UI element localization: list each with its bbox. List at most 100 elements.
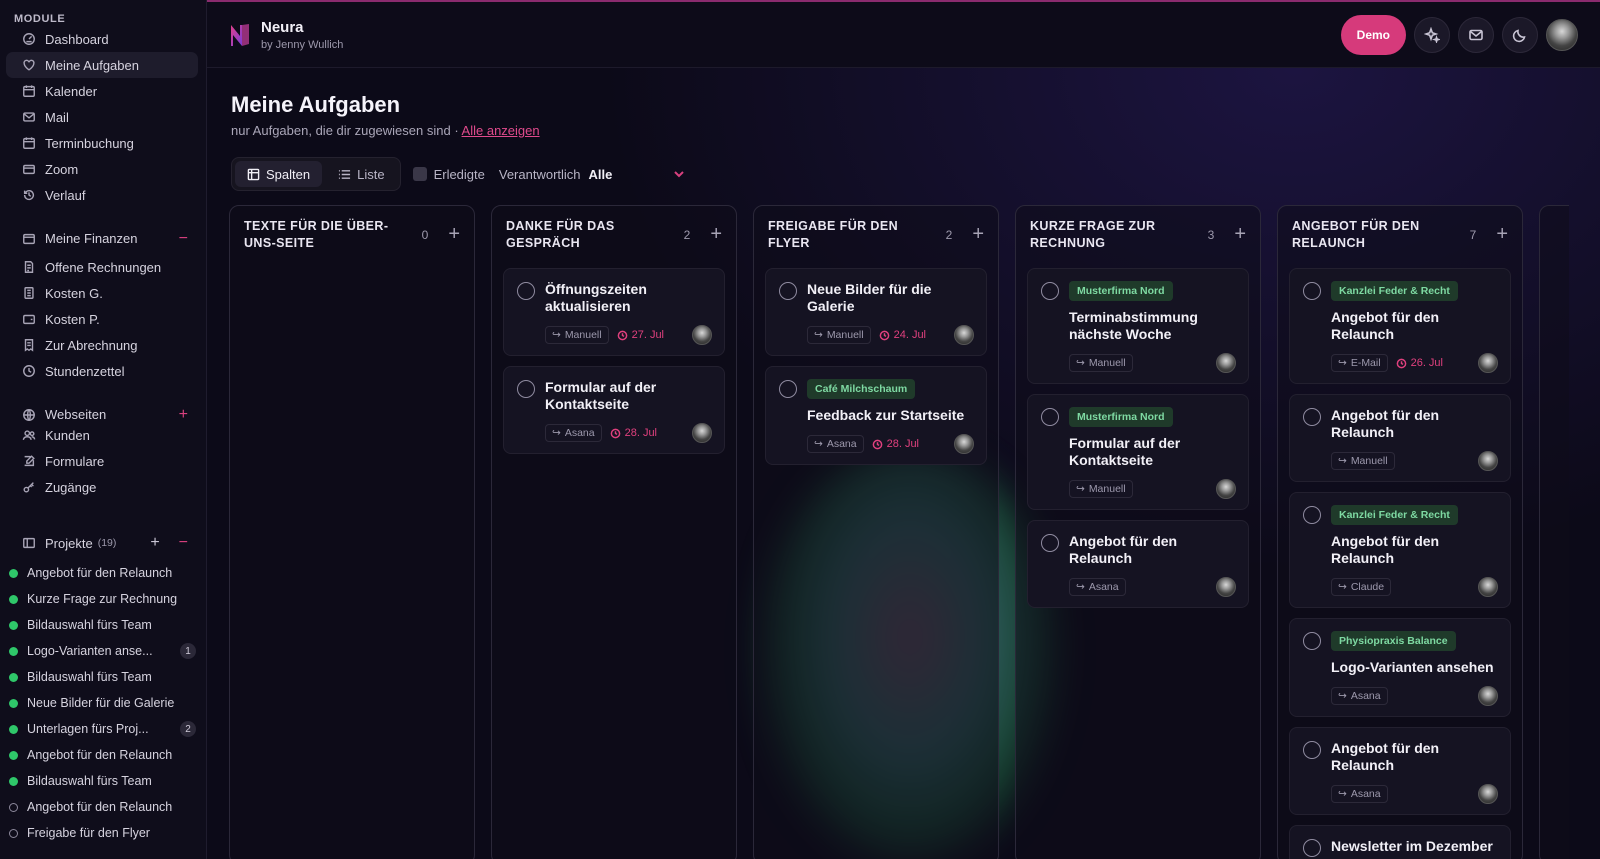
complete-checkbox[interactable] (517, 380, 535, 398)
mail-button[interactable] (1458, 16, 1494, 53)
complete-checkbox[interactable] (1303, 282, 1321, 300)
task-card[interactable]: Öffnungszeiten aktualisieren ↪ Manuell 27… (503, 268, 725, 356)
project-item[interactable]: Bildauswahl fürs Team (0, 612, 206, 638)
task-card[interactable]: Kanzlei Feder & Recht Angebot für den Re… (1289, 492, 1511, 608)
task-card[interactable]: Angebot für den Relaunch ↪ Asana (1289, 727, 1511, 815)
task-card[interactable]: Kanzlei Feder & Recht Angebot für den Re… (1289, 268, 1511, 384)
sidebar-item-zoom[interactable]: Zoom (6, 156, 198, 182)
complete-checkbox[interactable] (1303, 408, 1321, 426)
sidebar-item-dashboard[interactable]: Dashboard (6, 26, 198, 52)
status-dot (9, 594, 18, 604)
chevron-down-icon[interactable] (672, 167, 686, 181)
page-subtitle: nur Aufgaben, die dir zugewiesen sind · … (231, 123, 540, 138)
checkbox[interactable] (412, 167, 427, 181)
source-arrow-icon: ↪ (814, 329, 823, 341)
complete-checkbox[interactable] (779, 380, 797, 398)
collapse-projects-icon[interactable]: − (179, 534, 188, 552)
source-arrow-icon: ↪ (1338, 455, 1347, 467)
sidebar-item-label: Meine Aufgaben (45, 57, 139, 73)
sidebar-item-mail[interactable]: Mail (6, 104, 198, 130)
column-count: 2 (945, 228, 953, 242)
task-card[interactable]: Physiopraxis Balance Logo-Varianten anse… (1289, 618, 1511, 717)
project-item[interactable]: Bildauswahl fürs Team (0, 768, 206, 794)
sidebar-item-meine-aufgaben[interactable]: Meine Aufgaben (6, 52, 198, 78)
sidebar-group-projekte[interactable]: Projekte (19) + − (6, 530, 198, 556)
project-item[interactable]: Angebot für den Relaunch (0, 794, 206, 820)
sidebar-item-kosten-p-[interactable]: Kosten P. (6, 306, 198, 332)
show-all-link[interactable]: Alle anzeigen (462, 123, 540, 138)
task-card[interactable]: Musterfirma Nord Formular auf der Kontak… (1027, 394, 1249, 510)
view-columns-button[interactable]: Spalten (235, 161, 323, 187)
theme-toggle-button[interactable] (1502, 16, 1538, 53)
task-card[interactable]: Angebot für den Relaunch ↪ Asana (1027, 520, 1249, 608)
task-card[interactable]: Neue Bilder für die Galerie ↪ Manuell 24.… (765, 268, 987, 356)
task-card[interactable]: Formular auf der Kontaktseite ↪ Asana 28.… (503, 366, 725, 454)
complete-checkbox[interactable] (1303, 632, 1321, 650)
project-item[interactable]: Bildauswahl fürs Team (0, 664, 206, 690)
status-dot (9, 646, 18, 656)
sidebar-item-stundenzettel[interactable]: Stundenzettel (6, 358, 198, 384)
sidebar-group-finanzen[interactable]: Meine Finanzen − (6, 218, 198, 254)
add-task-icon[interactable]: + (710, 224, 722, 244)
view-list-button[interactable]: Liste (326, 161, 396, 187)
complete-checkbox[interactable] (1041, 408, 1059, 426)
collapse-icon[interactable]: − (179, 230, 188, 248)
project-item[interactable]: Angebot für den Relaunch (0, 742, 206, 768)
source-label: E-Mail (1350, 357, 1381, 369)
complete-checkbox[interactable] (1303, 839, 1321, 857)
add-icon[interactable]: + (179, 406, 188, 424)
task-card[interactable]: Musterfirma Nord Terminabstimmung nächst… (1027, 268, 1249, 384)
complete-checkbox[interactable] (517, 282, 535, 300)
demo-button[interactable]: Demo (1340, 14, 1406, 55)
sidebar-item-zugänge[interactable]: Zugänge (6, 474, 198, 500)
sidebar-item-label: Kosten G. (45, 285, 103, 301)
task-title: Newsletter im Dezember (1331, 838, 1493, 854)
sidebar-item-terminbuchung[interactable]: Terminbuchung (6, 130, 198, 156)
complete-checkbox[interactable] (1041, 534, 1059, 552)
show-done-toggle[interactable]: Erledigte (412, 167, 485, 182)
project-item[interactable]: Unterlagen fürs Proj... 2 (0, 716, 206, 742)
add-task-icon[interactable]: + (1496, 224, 1508, 244)
add-task-icon[interactable]: + (448, 224, 460, 244)
source-arrow-icon: ↪ (1338, 788, 1347, 800)
sidebar-item-kunden[interactable]: Kunden (6, 422, 198, 448)
task-card[interactable]: Café Milchschaum Feedback zur Startseite… (765, 366, 987, 465)
sidebar-item-offene-rechnungen[interactable]: Offene Rechnungen (6, 254, 198, 280)
source-chip: ↪ Manuell (1069, 354, 1133, 372)
assignee-avatar (954, 434, 974, 454)
kanban-column: KURZE FRAGE ZUR RECHNUNG 3 + Musterfirma… (1015, 205, 1261, 859)
sidebar-item-kalender[interactable]: Kalender (6, 78, 198, 104)
sidebar-item-formulare[interactable]: Formulare (6, 448, 198, 474)
due-date-label: 27. Jul (631, 329, 665, 341)
project-item[interactable]: Logo-Varianten anse... 1 (0, 638, 206, 664)
sidebar-item-zur-abrechnung[interactable]: Zur Abrechnung (6, 332, 198, 358)
task-card[interactable]: Angebot für den Relaunch ↪ Manuell (1289, 394, 1511, 482)
status-dot (9, 750, 18, 760)
source-label: Asana (826, 438, 857, 450)
sidebar-item-kosten-g-[interactable]: Kosten G. (6, 280, 198, 306)
sidebar-group-label: Projekte (45, 535, 93, 551)
task-card[interactable]: Newsletter im Dezember ↪Asana (1289, 825, 1511, 859)
ai-button[interactable] (1414, 16, 1450, 53)
project-item[interactable]: Angebot für den Relaunch (0, 560, 206, 586)
kanban-column-partial (1539, 205, 1569, 859)
assignee-avatar (1478, 784, 1498, 804)
add-task-icon[interactable]: + (1234, 224, 1246, 244)
column-header: DANKE FÜR DAS GESPRÄCH 2 + (503, 218, 725, 268)
complete-checkbox[interactable] (779, 282, 797, 300)
project-item[interactable]: Freigabe für den Flyer (0, 820, 206, 846)
project-item[interactable]: Kurze Frage zur Rechnung (0, 586, 206, 612)
complete-checkbox[interactable] (1303, 506, 1321, 524)
task-title: Terminabstimmung nächste Woche (1069, 309, 1198, 342)
responsible-select[interactable]: Alle (589, 167, 613, 182)
add-project-icon[interactable]: + (150, 534, 159, 552)
user-avatar[interactable] (1546, 18, 1578, 51)
source-label: Manuell (1350, 455, 1388, 467)
sidebar-item-verlauf[interactable]: Verlauf (6, 182, 198, 208)
complete-checkbox[interactable] (1041, 282, 1059, 300)
add-task-icon[interactable]: + (972, 224, 984, 244)
key-icon (23, 482, 34, 493)
project-item[interactable]: Neue Bilder für die Galerie (0, 690, 206, 716)
complete-checkbox[interactable] (1303, 741, 1321, 759)
due-date-label: 28. Jul (886, 438, 920, 450)
